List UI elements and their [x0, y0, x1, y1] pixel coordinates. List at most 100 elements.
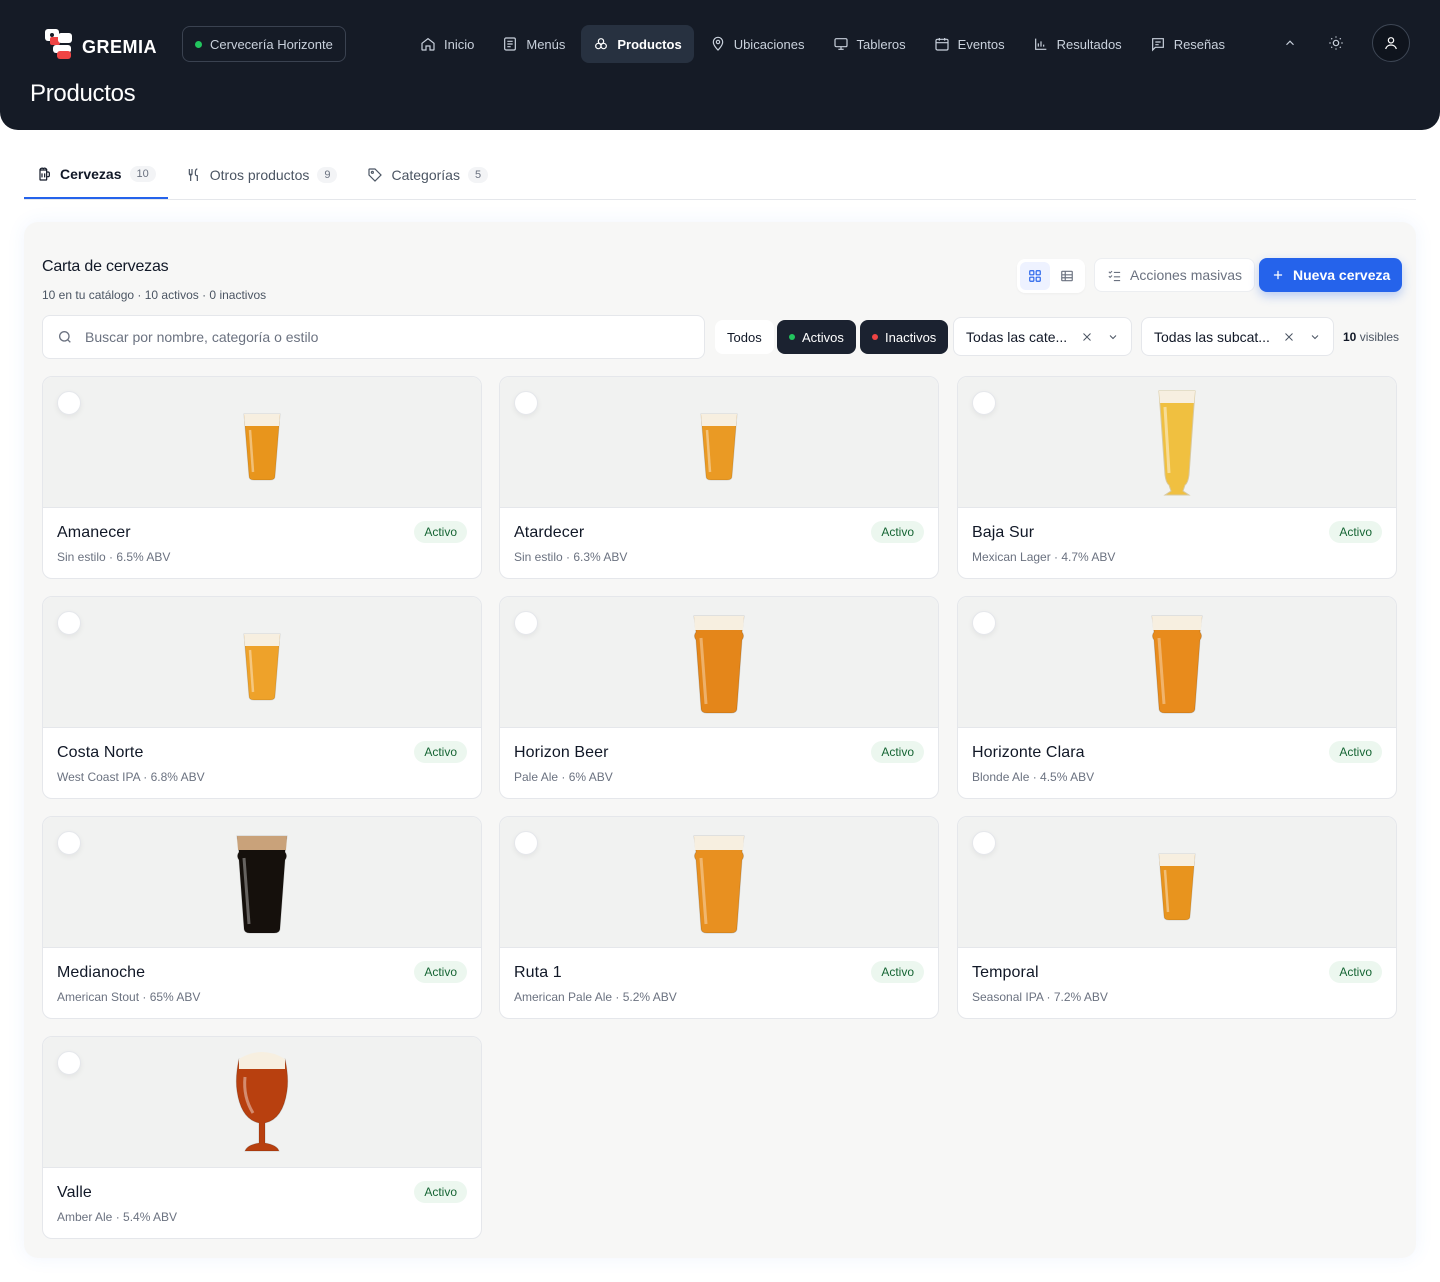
- beer-image-area: [43, 597, 481, 728]
- review-icon: [1151, 38, 1164, 52]
- nav-eventos[interactable]: Eventos: [922, 25, 1017, 63]
- nav-resultados[interactable]: Resultados: [1021, 25, 1134, 63]
- beer-name: Amanecer: [57, 524, 131, 541]
- page-title: Productos: [30, 80, 136, 107]
- nav-inicio[interactable]: Inicio: [408, 25, 486, 63]
- beer-meta: Mexican Lager · 4.7% ABV: [972, 550, 1116, 564]
- filter-all-label: Todos: [727, 329, 762, 345]
- beer-image-area: [43, 817, 481, 948]
- beer-image-area: [958, 817, 1396, 948]
- main-nav: Inicio Menús Productos Ubicaciones Table…: [408, 25, 1237, 63]
- avatar[interactable]: [1372, 24, 1410, 62]
- beer-card[interactable]: Valle Amber Ale · 5.4% ABV Activo: [42, 1036, 482, 1239]
- status-badge: Activo: [1329, 741, 1382, 763]
- venue-selector[interactable]: Cervecería Horizonte: [182, 26, 346, 62]
- tag-icon: [368, 167, 383, 182]
- select-checkbox[interactable]: [514, 611, 538, 635]
- nav-label: Tableros: [856, 36, 906, 52]
- tab-count: 9: [317, 166, 338, 183]
- beer-meta: West Coast IPA · 6.8% ABV: [57, 770, 205, 784]
- location-icon: [712, 36, 723, 51]
- top-bar: GREMIA Cervecería Horizonte Inicio Menús…: [0, 0, 1440, 130]
- nav-tableros[interactable]: Tableros: [821, 25, 918, 63]
- beer-meta: Seasonal IPA · 7.2% ABV: [972, 990, 1108, 1004]
- beer-image-area: [958, 597, 1396, 728]
- calendar-icon: [935, 38, 949, 51]
- beer-meta: Amber Ale · 5.4% ABV: [57, 1210, 178, 1224]
- beer-catalog-panel: Carta de cervezas 10 en tu catálogo · 10…: [24, 222, 1416, 1258]
- select-checkbox[interactable]: [972, 611, 996, 635]
- brand-name: GREMIA: [82, 36, 157, 57]
- beer-card[interactable]: Horizon Beer Pale Ale · 6% ABV Activo: [499, 596, 939, 799]
- beer-name: Atardecer: [514, 524, 585, 541]
- tab-cervezas[interactable]: Cervezas 10: [24, 150, 168, 199]
- chevron-down-icon: [1311, 334, 1319, 339]
- search-box: [42, 315, 705, 359]
- tab-count: 5: [467, 166, 489, 183]
- beer-card[interactable]: Baja Sur Mexican Lager · 4.7% ABV Activo: [957, 376, 1397, 579]
- select-checkbox[interactable]: [972, 391, 996, 415]
- beer-name: Ruta 1: [514, 964, 562, 981]
- search-input[interactable]: [85, 329, 645, 345]
- select-checkbox[interactable]: [57, 611, 81, 635]
- beer-card[interactable]: Horizonte Clara Blonde Ale · 4.5% ABV Acti…: [957, 596, 1397, 799]
- select-checkbox[interactable]: [57, 831, 81, 855]
- select-checkbox[interactable]: [514, 391, 538, 415]
- chart-icon: [1034, 38, 1046, 50]
- beer-card[interactable]: Ruta 1 American Pale Ale · 5.2% ABV Activo: [499, 816, 939, 1019]
- subcategory-select-value: Todas las subcat...: [1154, 328, 1270, 345]
- select-checkbox[interactable]: [972, 831, 996, 855]
- clear-icon[interactable]: [1081, 331, 1093, 343]
- beer-meta: Pale Ale · 6% ABV: [514, 770, 613, 784]
- filter-active[interactable]: Activos: [777, 320, 856, 354]
- nav-menus[interactable]: Menús: [490, 25, 577, 63]
- menu-icon: [504, 37, 517, 51]
- nav-label: Ubicaciones: [733, 36, 805, 52]
- beer-card[interactable]: Amanecer Sin estilo · 6.5% ABV Activo: [42, 376, 482, 579]
- nav-resenas[interactable]: Reseñas: [1138, 25, 1237, 63]
- filter-all[interactable]: Todos: [715, 320, 774, 354]
- bulk-actions-button[interactable]: Acciones masivas: [1094, 258, 1256, 292]
- status-badge: Activo: [871, 741, 924, 763]
- nav-label: Reseñas: [1173, 36, 1225, 52]
- clear-icon[interactable]: [1283, 331, 1295, 343]
- nav-ubicaciones[interactable]: Ubicaciones: [698, 25, 817, 63]
- beer-glass-image: [1155, 387, 1199, 504]
- beer-glass-image: [234, 830, 290, 941]
- status-badge: Activo: [871, 961, 924, 983]
- subcategory-select[interactable]: Todas las subcat...: [1141, 317, 1334, 356]
- category-select-value: Todas las cate...: [966, 328, 1068, 345]
- beer-card[interactable]: Atardecer Sin estilo · 6.3% ABV Activo: [499, 376, 939, 579]
- select-checkbox[interactable]: [57, 391, 81, 415]
- beer-meta: Sin estilo · 6.5% ABV: [57, 550, 171, 564]
- tab-label: Categorías: [391, 166, 460, 183]
- beer-card[interactable]: Temporal Seasonal IPA · 7.2% ABV Activo: [957, 816, 1397, 1019]
- chevron-up-icon[interactable]: [1280, 33, 1300, 53]
- tab-otros-productos[interactable]: Otros productos 9: [174, 150, 350, 199]
- tab-label: Cervezas: [60, 165, 122, 182]
- beer-card[interactable]: Costa Norte West Coast IPA · 6.8% ABV Acti…: [42, 596, 482, 799]
- beer-name: Horizonte Clara: [972, 744, 1085, 761]
- beer-card[interactable]: Medianoche American Stout · 65% ABV Activo: [42, 816, 482, 1019]
- sun-icon[interactable]: [1326, 33, 1346, 53]
- select-checkbox[interactable]: [57, 1051, 81, 1075]
- visible-count: 10 visibles: [1343, 330, 1399, 344]
- beer-meta: Blonde Ale · 4.5% ABV: [972, 770, 1095, 784]
- beer-image-area: [500, 597, 938, 728]
- new-beer-label: Nueva cerveza: [1293, 267, 1391, 283]
- new-beer-button[interactable]: Nueva cerveza: [1259, 258, 1403, 292]
- brand-logo[interactable]: GREMIA: [44, 27, 157, 59]
- tab-categorias[interactable]: Categorías 5: [355, 150, 500, 199]
- beer-glass-image: [1157, 850, 1197, 927]
- select-checkbox[interactable]: [514, 831, 538, 855]
- filter-inactive[interactable]: Inactivos: [860, 320, 949, 354]
- header-actions: [1280, 24, 1410, 62]
- category-select[interactable]: Todas las cate...: [953, 317, 1132, 356]
- grid-view-button[interactable]: [1020, 262, 1050, 290]
- beer-glass-image: [699, 410, 739, 487]
- utensils-icon: [188, 167, 198, 181]
- nav-productos[interactable]: Productos: [581, 25, 694, 63]
- venue-status-dot: [195, 40, 202, 48]
- beer-name: Horizon Beer: [514, 744, 609, 761]
- table-view-button[interactable]: [1052, 262, 1082, 290]
